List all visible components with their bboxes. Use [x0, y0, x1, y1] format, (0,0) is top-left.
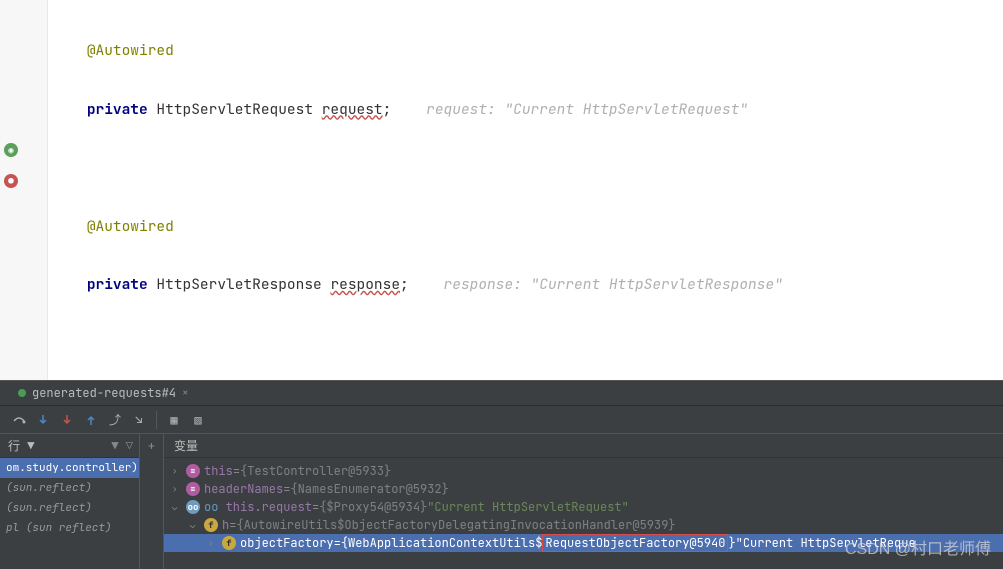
variable-row[interactable]: ⌄oooo this.request = {$Proxy54@5934} "Cu…	[164, 498, 1003, 516]
frames-label[interactable]: 行 ▼	[8, 437, 34, 454]
frames-list[interactable]: om.study.controller)(sun.reflect)(sun.re…	[0, 458, 139, 569]
debug-tab[interactable]: generated-requests#4 ×	[8, 381, 199, 405]
code-editor[interactable]: ◉ ● @Autowired private HttpServletReques…	[0, 0, 1003, 380]
annotation-autowired: @Autowired	[87, 217, 174, 236]
add-watch-icon[interactable]: +	[140, 434, 164, 569]
run-status-icon	[18, 389, 26, 397]
variables-panel: 变量 ›≡this = {TestController@5933}›≡heade…	[164, 434, 1003, 569]
annotation-autowired: @Autowired	[87, 41, 174, 60]
variables-tree[interactable]: ›≡this = {TestController@5933}›≡headerNa…	[164, 458, 1003, 556]
run-to-cursor-icon[interactable]: ↘	[128, 409, 150, 431]
variable-row[interactable]: ›fobjectFactory = {WebApplicationContext…	[164, 534, 1003, 552]
breakpoint-icon[interactable]: ●	[4, 174, 18, 188]
frame-row[interactable]: (sun.reflect)	[0, 498, 139, 518]
field-request[interactable]: request	[322, 100, 383, 119]
variables-label: 变量	[174, 437, 198, 454]
variable-row[interactable]: ›≡this = {TestController@5933}	[164, 462, 1003, 480]
debug-toolbar: ⤴ ↘ ▦ ▧	[0, 406, 1003, 434]
step-out-icon[interactable]	[80, 409, 102, 431]
evaluate-icon[interactable]: ▦	[163, 409, 185, 431]
close-icon[interactable]: ×	[182, 386, 189, 400]
debug-tab-bar: generated-requests#4 ×	[0, 380, 1003, 406]
frame-row[interactable]: (sun.reflect)	[0, 478, 139, 498]
step-over-icon[interactable]	[8, 409, 30, 431]
drop-frame-icon[interactable]: ⤴	[104, 409, 126, 431]
inlay-hint: response: "Current HttpServletResponse"	[444, 275, 783, 294]
filter-icon[interactable]: ▼ ▽	[111, 438, 133, 454]
web-endpoint-icon[interactable]: ◉	[4, 143, 18, 157]
frame-row[interactable]: pl (sun reflect)	[0, 518, 139, 538]
field-response[interactable]: response	[330, 275, 400, 294]
variable-row[interactable]: ›≡headerNames = {NamesEnumerator@5932}	[164, 480, 1003, 498]
debug-panel: ⤴ ↘ ▦ ▧ 行 ▼ ▼ ▽ om.study.controller)(sun…	[0, 406, 1003, 569]
inlay-hint: request: "Current HttpServletRequest"	[426, 100, 748, 119]
frames-panel: 行 ▼ ▼ ▽ om.study.controller)(sun.reflect…	[0, 434, 140, 569]
gutter: ◉ ●	[0, 0, 48, 380]
frame-row[interactable]: om.study.controller)	[0, 458, 139, 478]
trace-icon[interactable]: ▧	[187, 409, 209, 431]
variable-row[interactable]: ⌄fh = {AutowireUtils$ObjectFactoryDelega…	[164, 516, 1003, 534]
force-step-into-icon[interactable]	[56, 409, 78, 431]
step-into-icon[interactable]	[32, 409, 54, 431]
code-area[interactable]: @Autowired private HttpServletRequest re…	[48, 0, 1003, 380]
